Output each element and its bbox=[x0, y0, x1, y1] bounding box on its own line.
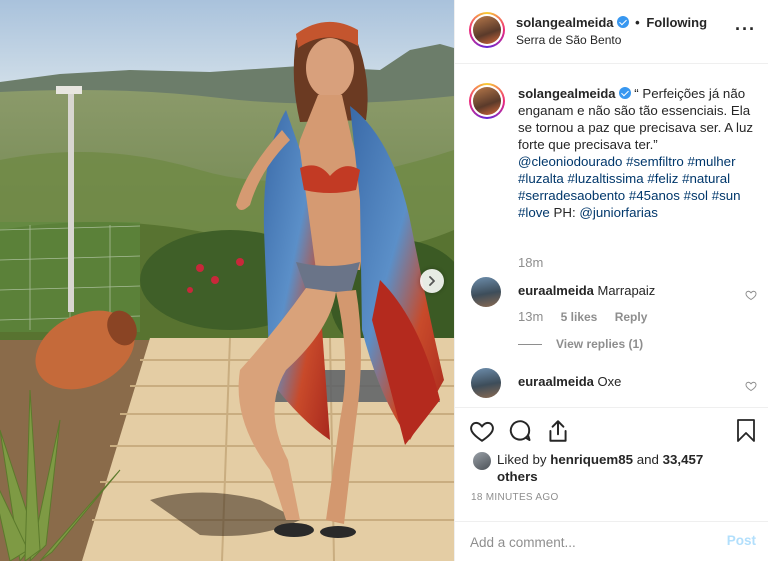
caption-username[interactable]: solangealmeida bbox=[518, 86, 616, 101]
comments-list[interactable]: solangealmeida “ Perfeições já não engan… bbox=[455, 65, 768, 407]
liker-username[interactable]: henriquem85 bbox=[550, 452, 633, 467]
liked-by-prefix: Liked by bbox=[497, 452, 547, 467]
more-options-icon[interactable]: ··· bbox=[735, 20, 756, 38]
caption-time: 18m bbox=[518, 255, 544, 270]
divider-line bbox=[518, 344, 542, 346]
reply-button[interactable]: Reply bbox=[615, 310, 648, 324]
verified-badge-icon bbox=[618, 87, 631, 99]
photo-scene bbox=[0, 0, 454, 561]
commenter-username[interactable]: euraalmeida bbox=[518, 283, 594, 298]
like-comment-heart-icon[interactable] bbox=[745, 380, 757, 392]
like-comment-heart-icon[interactable] bbox=[745, 289, 757, 301]
comment-text: Oxe bbox=[597, 374, 622, 389]
liked-by-conjunction: and bbox=[636, 452, 659, 467]
commenter-avatar[interactable] bbox=[471, 277, 501, 307]
author-username[interactable]: solangealmeida bbox=[516, 15, 614, 30]
mention-link[interactable]: @cleoniodourado bbox=[518, 154, 622, 169]
next-photo-button[interactable] bbox=[420, 269, 444, 293]
comment-time: 13m bbox=[518, 309, 544, 324]
chevron-right-icon bbox=[429, 276, 435, 286]
author-avatar[interactable] bbox=[469, 12, 505, 48]
following-button[interactable]: Following bbox=[646, 15, 707, 30]
caption-text: solangealmeida “ Perfeições já não engan… bbox=[518, 85, 760, 221]
commenter-username[interactable]: euraalmeida bbox=[518, 374, 594, 389]
save-bookmark-icon[interactable] bbox=[735, 418, 757, 444]
like-heart-icon[interactable] bbox=[469, 418, 495, 444]
commenter-avatar[interactable] bbox=[471, 368, 501, 398]
liker-avatar[interactable] bbox=[473, 452, 491, 470]
post-header: solangealmeida • Following Serra de São … bbox=[455, 0, 768, 64]
post-photo[interactable] bbox=[0, 0, 454, 561]
caption-avatar[interactable] bbox=[469, 83, 505, 119]
separator-dot: • bbox=[635, 15, 640, 30]
comment-text: Marrapaiz bbox=[597, 283, 656, 298]
comment-input[interactable] bbox=[470, 531, 710, 553]
post-comment-button[interactable]: Post bbox=[727, 533, 756, 548]
comment-likes[interactable]: 5 likes bbox=[561, 310, 598, 324]
post-actions: Liked by henriquem85 and 33,457 others 1… bbox=[455, 407, 768, 521]
view-replies-label: View replies (1) bbox=[556, 337, 644, 351]
post-timestamp[interactable]: 18 MINUTES AGO bbox=[471, 492, 559, 503]
verified-badge-icon bbox=[616, 16, 629, 28]
post-sidebar: solangealmeida • Following Serra de São … bbox=[454, 0, 768, 561]
share-icon[interactable] bbox=[545, 418, 571, 444]
credit-prefix: PH: bbox=[553, 205, 576, 220]
credit-mention-link[interactable]: @juniorfarias bbox=[579, 205, 658, 220]
add-comment-bar: Post bbox=[455, 521, 768, 561]
location-link[interactable]: Serra de São Bento bbox=[516, 33, 621, 47]
view-replies-button[interactable]: View replies (1) bbox=[518, 337, 643, 351]
comment-bubble-icon[interactable] bbox=[507, 418, 533, 444]
